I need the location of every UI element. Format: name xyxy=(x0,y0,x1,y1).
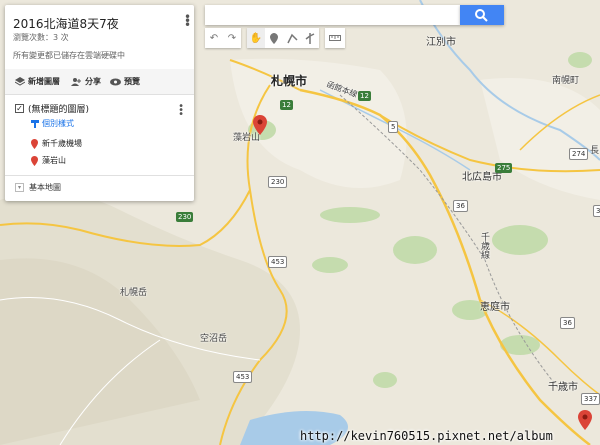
route-shield: 36 xyxy=(453,200,468,212)
saved-status: 所有變更都已儲存在雲端硬碟中 xyxy=(13,51,125,60)
directions-icon[interactable] xyxy=(301,28,319,48)
hand-icon[interactable]: ✋ xyxy=(247,28,265,48)
map-pin-icon xyxy=(253,115,267,135)
route-shield: 36 xyxy=(560,317,575,329)
route-shield: 5 xyxy=(388,121,399,133)
map-toolbar: ↶ ↷ ✋ xyxy=(205,28,350,48)
add-marker-icon[interactable] xyxy=(265,28,283,48)
add-person-icon xyxy=(71,78,81,86)
map-pin-icon xyxy=(31,138,38,149)
layer-options-icon[interactable]: • • • xyxy=(178,102,184,120)
route-shield: 274 xyxy=(569,148,589,160)
layers-icon xyxy=(15,77,25,86)
add-layer-label: 新增圖層 xyxy=(28,77,60,86)
layer-header[interactable]: ✓ (無標題的圖層) xyxy=(15,102,89,115)
route-shield: 337 xyxy=(581,393,600,405)
share-button[interactable]: 分享 xyxy=(71,76,101,87)
route-shield: 12 xyxy=(280,100,293,110)
layer-checkbox[interactable]: ✓ xyxy=(15,104,24,113)
map-label-eniwa: 恵庭市 xyxy=(480,302,510,313)
marker-new-chitose-airport[interactable] xyxy=(578,410,592,434)
preview-label: 預覽 xyxy=(124,77,140,86)
map-label-nanporo: 南幌町 xyxy=(552,76,580,86)
divider xyxy=(5,94,194,95)
search-icon xyxy=(475,9,488,22)
preview-button[interactable]: 預覽 xyxy=(110,76,140,87)
map-title[interactable]: 2016北海道8天7夜 xyxy=(13,15,119,32)
individual-style-link[interactable]: 個別樣式 xyxy=(31,118,74,129)
route-shield: 275 xyxy=(495,163,513,173)
route-shield: 230 xyxy=(268,176,288,188)
map-label-naga: 長 xyxy=(590,146,600,156)
map-label-ebetsu: 江別市 xyxy=(426,37,456,48)
undo-redo-group: ↶ ↷ xyxy=(205,28,241,48)
map-label-chitose: 千歳市 xyxy=(548,382,578,393)
undo-icon[interactable]: ↶ xyxy=(205,28,223,48)
map-pin-icon xyxy=(31,155,38,166)
draw-line-icon[interactable] xyxy=(283,28,301,48)
map-label-sapporo: 札幌市 xyxy=(271,74,308,88)
place-label: 藻岩山 xyxy=(42,156,66,165)
measure-group xyxy=(325,28,345,48)
ruler-icon[interactable] xyxy=(325,28,345,48)
route-shield: 230 xyxy=(176,212,194,222)
eye-icon xyxy=(110,78,121,85)
paint-roller-icon xyxy=(31,119,39,128)
route-shield: 453 xyxy=(268,256,288,268)
watermark-url: http://kevin760515.pixnet.net/album xyxy=(300,429,553,443)
base-map-label: 基本地圖 xyxy=(29,183,61,192)
map-sidebar-panel: 2016北海道8天7夜 瀏覽次數：3 次 所有變更都已儲存在雲端硬碟中 • • • … xyxy=(5,5,194,201)
route-shield: 453 xyxy=(233,371,253,383)
map-pin-icon xyxy=(578,410,592,430)
panel-action-bar: 新增圖層 分享 預覽 xyxy=(5,69,194,94)
layer-name[interactable]: (無標題的圖層) xyxy=(28,102,89,115)
divider xyxy=(5,175,194,176)
map-label-sorakumadake: 空沼岳 xyxy=(200,334,228,344)
search-input[interactable] xyxy=(205,5,460,25)
search-button[interactable] xyxy=(460,5,504,25)
route-shield: 12 xyxy=(358,91,371,101)
share-label: 分享 xyxy=(85,77,101,86)
base-map-row[interactable]: ▾ 基本地圖 xyxy=(15,182,61,193)
route-shield: 337 xyxy=(593,205,600,217)
map-label-sapporodake: 札幌岳 xyxy=(120,288,148,298)
redo-icon[interactable]: ↷ xyxy=(223,28,241,48)
add-layer-button[interactable]: 新增圖層 xyxy=(15,76,60,87)
place-item-new-chitose[interactable]: 新千歲機場 xyxy=(31,138,82,149)
style-link-label: 個別樣式 xyxy=(42,119,74,128)
map-label-chitose-line: 千歳線 xyxy=(479,232,489,259)
marker-moiwa[interactable] xyxy=(253,115,267,139)
tool-group: ✋ xyxy=(247,28,319,48)
place-item-moiwa[interactable]: 藻岩山 xyxy=(31,155,66,166)
place-label: 新千歲機場 xyxy=(42,139,82,148)
more-options-icon[interactable]: • • • xyxy=(184,11,191,31)
chevron-down-icon[interactable]: ▾ xyxy=(15,183,24,192)
view-count: 瀏覽次數：3 次 xyxy=(13,33,69,42)
